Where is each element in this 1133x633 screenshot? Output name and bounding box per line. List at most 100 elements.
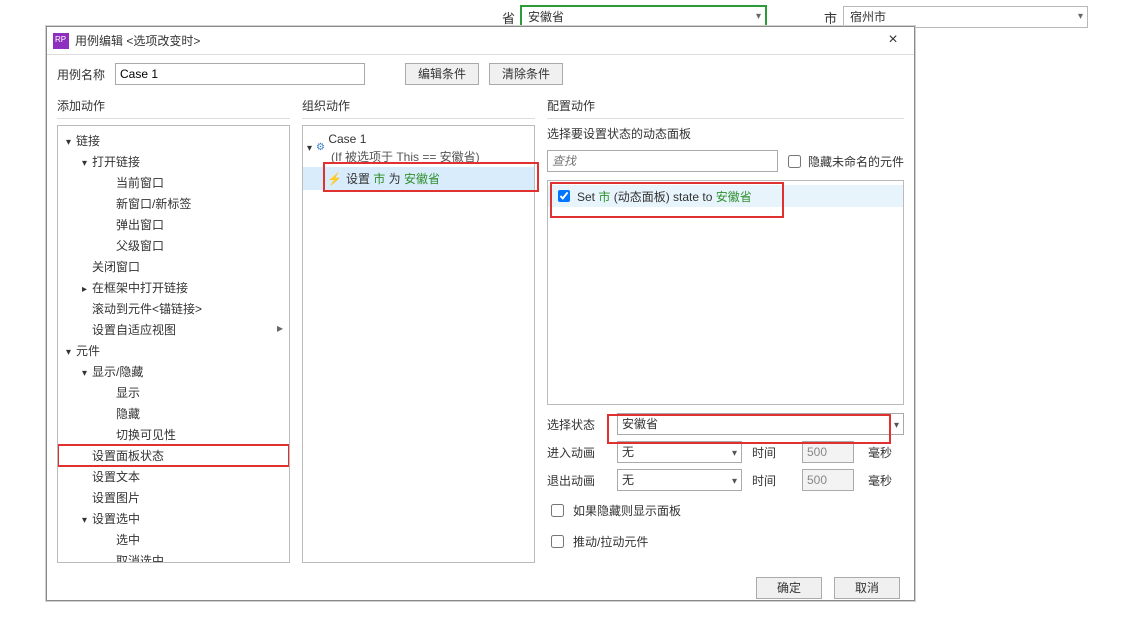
tree-item[interactable]: 新窗口/新标签 [58, 193, 289, 214]
organize-action-head: 组织动作 [302, 93, 535, 119]
collapse-icon[interactable] [82, 281, 92, 295]
tree-item-label: 当前窗口 [116, 176, 164, 190]
anim-out-time[interactable]: 500 [802, 469, 854, 491]
tree-item-label: 选中 [116, 533, 140, 547]
configure-action-head: 配置动作 [547, 93, 904, 119]
tree-item-label: 显示/隐藏 [92, 365, 143, 379]
cancel-button[interactable]: 取消 [834, 577, 900, 599]
tree-item[interactable]: 切换可见性 [58, 424, 289, 445]
expand-icon[interactable] [66, 134, 76, 148]
tree-item-label: 父级窗口 [116, 239, 164, 253]
tree-item[interactable]: 设置面板状态 [58, 445, 289, 466]
city-select[interactable]: 宿州市 [843, 6, 1088, 28]
hide-unnamed-checkbox[interactable]: 隐藏未命名的元件 [784, 152, 904, 171]
province-select[interactable]: 安徽省 [521, 6, 766, 28]
tree-item[interactable]: 在框架中打开链接 [58, 277, 289, 298]
action-row[interactable]: ⚡ 设置 市 为 安徽省 [303, 167, 534, 190]
clear-condition-button[interactable]: 清除条件 [489, 63, 563, 85]
configure-action-panel: 配置动作 选择要设置状态的动态面板 隐藏未命名的元件 Set 市 (动态面板) … [547, 93, 904, 563]
tree-item-label: 设置面板状态 [92, 449, 164, 463]
tree-item-label: 在框架中打开链接 [92, 281, 188, 295]
tree-item-label: 打开链接 [92, 155, 140, 169]
tree-item-label: 弹出窗口 [116, 218, 164, 232]
tree-item[interactable]: 打开链接 [58, 151, 289, 172]
tree-item[interactable]: 滚动到元件<锚链接> [58, 298, 289, 319]
expand-icon[interactable] [82, 155, 92, 169]
list-item[interactable]: Set 市 (动态面板) state to 安徽省 [548, 185, 903, 207]
tree-item-label: 关闭窗口 [92, 260, 140, 274]
tree-item-label: 设置选中 [92, 512, 140, 526]
ms-label-2: 毫秒 [868, 472, 904, 489]
right-subhead: 选择要设置状态的动态面板 [547, 125, 904, 142]
close-button[interactable]: × [878, 30, 908, 52]
anim-in-label: 进入动画 [547, 444, 607, 461]
city-field: 市 宿州市 [824, 6, 1088, 28]
expand-icon[interactable] [82, 365, 92, 379]
tree-item[interactable]: 当前窗口 [58, 172, 289, 193]
tree-item-label: 设置图片 [92, 491, 140, 505]
tree-item[interactable]: 显示 [58, 382, 289, 403]
time-label-2: 时间 [752, 472, 792, 489]
anim-out-dropdown[interactable]: 无 [617, 469, 742, 491]
tree-item-label: 切换可见性 [116, 428, 176, 442]
tree-item[interactable]: 元件 [58, 340, 289, 361]
tree-item-label: 设置文本 [92, 470, 140, 484]
city-label: 市 [824, 8, 837, 27]
tree-item[interactable]: 取消选中 [58, 550, 289, 563]
select-state-dropdown[interactable]: 安徽省 [617, 413, 904, 435]
ok-button[interactable]: 确定 [756, 577, 822, 599]
tree-item[interactable]: 选中 [58, 529, 289, 550]
add-action-head: 添加动作 [57, 93, 290, 119]
tree-item-label: 链接 [76, 134, 100, 148]
anim-out-label: 退出动画 [547, 472, 607, 489]
condition-row: (If 被选项于 This == 安徽省) [303, 148, 534, 167]
expand-icon[interactable] [66, 344, 76, 358]
search-input[interactable] [547, 150, 778, 172]
tree-item-label: 设置自适应视图 [92, 323, 176, 337]
add-action-panel: 添加动作 链接打开链接当前窗口新窗口/新标签弹出窗口父级窗口关闭窗口在框架中打开… [57, 93, 290, 563]
case-label: Case 1 [328, 132, 366, 146]
action-tree[interactable]: 链接打开链接当前窗口新窗口/新标签弹出窗口父级窗口关闭窗口在框架中打开链接滚动到… [57, 125, 290, 563]
tree-item[interactable]: 显示/隐藏 [58, 361, 289, 382]
time-label-1: 时间 [752, 444, 792, 461]
province-label: 省 [502, 8, 515, 27]
show-if-hidden-checkbox[interactable]: 如果隐藏则显示面板 [547, 499, 904, 522]
tree-item-label: 滚动到元件<锚链接> [92, 302, 202, 316]
case-row[interactable]: Case 1 [303, 130, 534, 148]
titlebar: 用例编辑 <选项改变时> × [47, 27, 914, 55]
tree-item-label: 显示 [116, 386, 140, 400]
tree-item[interactable]: 设置文本 [58, 466, 289, 487]
tree-item[interactable]: 设置选中 [58, 508, 289, 529]
tree-item[interactable]: 链接 [58, 130, 289, 151]
app-icon [53, 33, 69, 49]
tree-item-label: 元件 [76, 344, 100, 358]
case-editor-dialog: 用例编辑 <选项改变时> × 用例名称 编辑条件 清除条件 添加动作 链接打开链… [46, 26, 915, 601]
top-row: 用例名称 编辑条件 清除条件 [47, 55, 914, 93]
case-name-label: 用例名称 [57, 66, 105, 83]
widget-list[interactable]: Set 市 (动态面板) state to 安徽省 [547, 180, 904, 405]
anim-in-dropdown[interactable]: 无 [617, 441, 742, 463]
select-state-label: 选择状态 [547, 416, 607, 433]
tree-item[interactable]: 弹出窗口 [58, 214, 289, 235]
tree-item[interactable]: 设置图片 [58, 487, 289, 508]
item-checkbox[interactable] [558, 190, 570, 202]
anim-in-time[interactable]: 500 [802, 441, 854, 463]
tree-item[interactable]: 设置自适应视图 ▸ [58, 319, 289, 340]
tree-item-label: 新窗口/新标签 [116, 197, 191, 211]
organize-action-panel: 组织动作 Case 1 (If 被选项于 This == 安徽省) ⚡ 设置 市… [302, 93, 535, 563]
tree-item[interactable]: 关闭窗口 [58, 256, 289, 277]
organize-tree[interactable]: Case 1 (If 被选项于 This == 安徽省) ⚡ 设置 市 为 安徽… [302, 125, 535, 563]
edit-condition-button[interactable]: 编辑条件 [405, 63, 479, 85]
tree-item[interactable]: 隐藏 [58, 403, 289, 424]
expand-icon[interactable] [82, 512, 92, 526]
tree-item[interactable]: 父级窗口 [58, 235, 289, 256]
dialog-footer: 确定 取消 [47, 569, 914, 607]
chevron-right-icon: ▸ [277, 321, 289, 335]
dialog-title: 用例编辑 <选项改变时> [75, 32, 878, 49]
ms-label-1: 毫秒 [868, 444, 904, 461]
bolt-icon: ⚡ [327, 172, 342, 186]
push-pull-checkbox[interactable]: 推动/拉动元件 [547, 530, 904, 553]
province-field: 省 安徽省 [502, 6, 766, 28]
case-name-input[interactable] [115, 63, 365, 85]
tree-item-label: 取消选中 [116, 554, 164, 563]
